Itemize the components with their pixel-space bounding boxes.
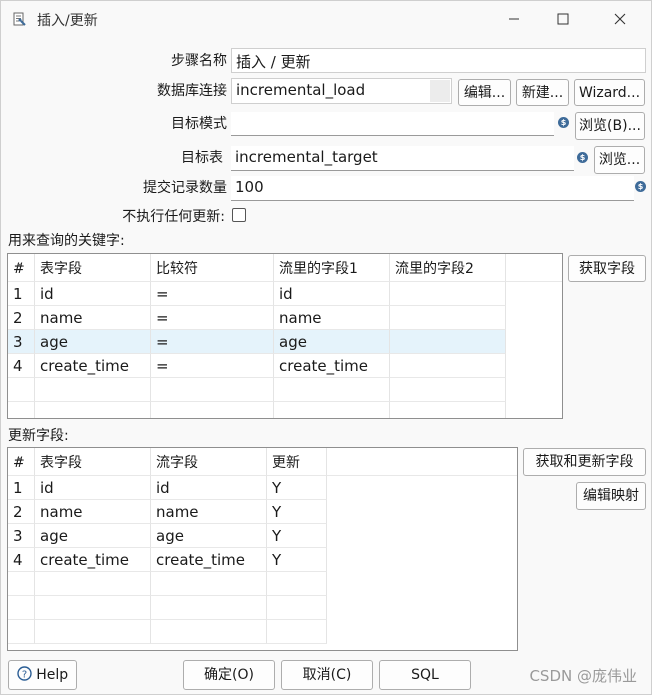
cell-stream-field[interactable]: age	[151, 524, 267, 548]
column-header-comparator[interactable]: 比较符	[151, 254, 274, 282]
step-name-input[interactable]: 插入 / 更新	[231, 48, 646, 73]
table-header-row: ^ # 表字段 比较符 流里的字段1 流里的字段2	[8, 254, 562, 282]
close-icon	[614, 13, 626, 25]
close-button[interactable]	[597, 5, 643, 35]
cell-update-flag[interactable]: Y	[267, 524, 327, 548]
cancel-button[interactable]: 取消(C)	[281, 660, 373, 690]
app-icon	[13, 12, 26, 26]
column-header-update[interactable]: 更新	[267, 448, 327, 476]
db-connection-select[interactable]: incremental_load	[231, 78, 452, 104]
browse-table-button[interactable]: 浏览...	[594, 146, 645, 174]
insert-update-dialog: 插入/更新 步骤名称 插入 / 更新 数据库连接 incremental_loa…	[0, 0, 652, 695]
help-button-label: Help	[36, 667, 69, 683]
lookup-keys-label: 用来查询的关键字:	[8, 233, 125, 249]
maximize-icon	[557, 13, 569, 25]
row-number: 4	[8, 548, 35, 572]
cell-update-flag[interactable]: Y	[267, 548, 327, 572]
commit-size-label: 提交记录数量	[143, 180, 227, 196]
watermark-text: CSDN @庞伟业	[529, 667, 637, 685]
cell-table-field[interactable]: age	[35, 524, 151, 548]
svg-text:?: ?	[22, 670, 27, 681]
row-number: 1	[8, 476, 35, 500]
update-fields-table[interactable]: ^ # 表字段 流字段 更新 1 id id Y 2 name name Y 3 …	[7, 447, 518, 651]
cell-comparator[interactable]: =	[151, 354, 274, 378]
row-number: 3	[8, 330, 35, 354]
no-update-label: 不执行任何更新:	[122, 209, 225, 225]
cell-stream-field[interactable]: name	[151, 500, 267, 524]
maximize-button[interactable]	[540, 5, 586, 35]
variable-icon: $	[558, 117, 569, 128]
db-connection-value: incremental_load	[236, 81, 366, 99]
row-number: 3	[8, 524, 35, 548]
column-header-table-field[interactable]: 表字段	[35, 254, 151, 282]
cell-comparator[interactable]: =	[151, 306, 274, 330]
column-header-stream-field2[interactable]: 流里的字段2	[390, 254, 506, 282]
no-update-checkbox[interactable]	[232, 208, 246, 222]
column-header-table-field[interactable]: 表字段	[35, 448, 151, 476]
variable-icon: $	[635, 181, 646, 192]
lookup-keys-table[interactable]: ^ # 表字段 比较符 流里的字段1 流里的字段2 1 id = id 2 nam…	[7, 253, 563, 419]
update-fields-label: 更新字段:	[8, 428, 69, 444]
cell-stream-field1[interactable]: create_time	[274, 354, 390, 378]
browse-schema-button[interactable]: 浏览(B)...	[575, 112, 645, 140]
cell-update-flag[interactable]: Y	[267, 476, 327, 500]
cell-table-field[interactable]: create_time	[35, 548, 151, 572]
edit-connection-button[interactable]: 编辑...	[458, 79, 511, 106]
cell-stream-field1[interactable]: age	[274, 330, 390, 354]
dropdown-arrow-area[interactable]	[430, 80, 450, 102]
column-header-stream-field[interactable]: 流字段	[151, 448, 267, 476]
cell-stream-field[interactable]: id	[151, 476, 267, 500]
column-header-index[interactable]: ^ #	[8, 448, 35, 476]
cell-stream-field1[interactable]: name	[274, 306, 390, 330]
title-bar: 插入/更新	[1, 1, 651, 39]
get-fields-button[interactable]: 获取字段	[568, 255, 646, 282]
variable-icon: $	[577, 152, 588, 163]
cell-comparator[interactable]: =	[151, 282, 274, 306]
db-connection-label: 数据库连接	[157, 83, 227, 99]
row-number: 2	[8, 500, 35, 524]
row-number: 1	[8, 282, 35, 306]
column-header-empty	[506, 254, 562, 282]
target-schema-label: 目标模式	[171, 116, 227, 132]
cell-table-field[interactable]: create_time	[35, 354, 151, 378]
ok-button[interactable]: 确定(O)	[183, 660, 275, 690]
sort-caret-icon: ^	[16, 263, 25, 274]
step-name-label: 步骤名称	[171, 53, 227, 69]
edit-mapping-button[interactable]: 编辑映射	[576, 482, 646, 510]
cell-table-field[interactable]: name	[35, 306, 151, 330]
window-title: 插入/更新	[37, 13, 98, 29]
row-number: 2	[8, 306, 35, 330]
cell-stream-field2[interactable]	[390, 282, 506, 306]
new-connection-button[interactable]: 新建...	[516, 79, 569, 106]
row-number: 4	[8, 354, 35, 378]
cell-table-field[interactable]: name	[35, 500, 151, 524]
cell-table-field[interactable]: age	[35, 330, 151, 354]
cell-table-field[interactable]: id	[35, 282, 151, 306]
wizard-button[interactable]: Wizard...	[574, 79, 645, 106]
get-update-fields-button[interactable]: 获取和更新字段	[523, 448, 646, 476]
cell-stream-field[interactable]: create_time	[151, 548, 267, 572]
cell-stream-field2[interactable]	[390, 330, 506, 354]
sort-caret-icon: ^	[16, 457, 25, 468]
cell-comparator[interactable]: =	[151, 330, 274, 354]
minimize-icon	[509, 18, 519, 20]
commit-size-input[interactable]: 100	[231, 176, 634, 201]
help-button[interactable]: ? Help	[8, 660, 77, 690]
table-header-row: ^ # 表字段 流字段 更新	[8, 448, 517, 476]
target-table-label: 目标表	[181, 150, 223, 166]
target-schema-input[interactable]	[231, 112, 554, 136]
cell-stream-field1[interactable]: id	[274, 282, 390, 306]
sql-button[interactable]: SQL	[379, 660, 471, 690]
target-table-input[interactable]: incremental_target	[231, 146, 574, 171]
column-header-index[interactable]: ^ #	[8, 254, 35, 282]
minimize-button[interactable]	[491, 5, 537, 35]
cell-stream-field2[interactable]	[390, 306, 506, 330]
column-header-stream-field1[interactable]: 流里的字段1	[274, 254, 390, 282]
cell-stream-field2[interactable]	[390, 354, 506, 378]
help-icon: ?	[17, 666, 32, 681]
cell-update-flag[interactable]: Y	[267, 500, 327, 524]
cell-table-field[interactable]: id	[35, 476, 151, 500]
column-header-empty	[327, 448, 517, 476]
